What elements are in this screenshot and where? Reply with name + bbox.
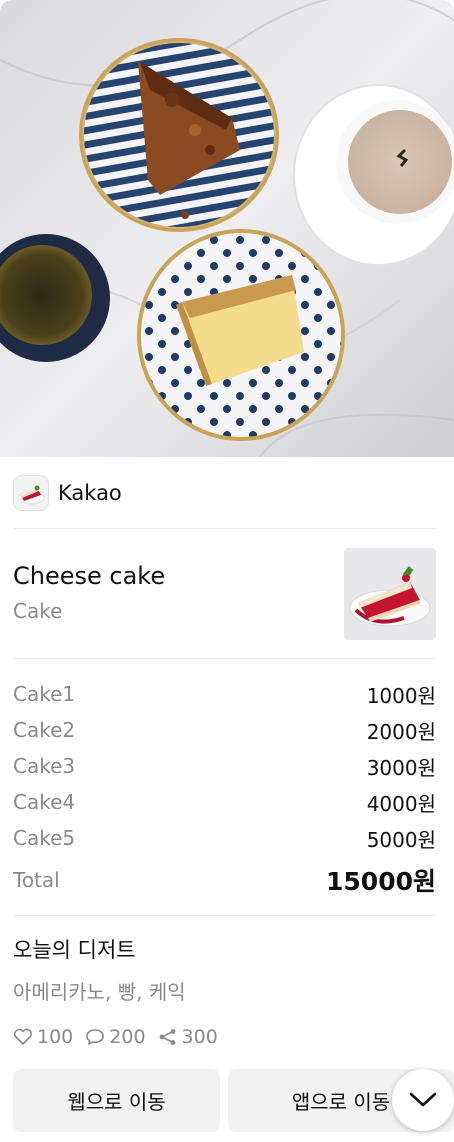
item-price: 3000원	[366, 755, 436, 780]
total-label: Total	[13, 868, 60, 892]
heart-icon	[13, 1028, 33, 1045]
item-thumbnail[interactable]	[344, 548, 436, 640]
item-name: Cake5	[13, 826, 76, 850]
item-name: Cake2	[13, 718, 76, 742]
store-name: Kakao	[58, 481, 122, 505]
go-to-web-button[interactable]: 웹으로 이동	[13, 1069, 220, 1132]
total-row: Total 15000원	[13, 862, 436, 898]
divider	[13, 658, 436, 659]
share-count: 300	[181, 1026, 218, 1048]
like-count-item[interactable]: 100	[13, 1026, 73, 1048]
item-price: 2000원	[366, 719, 436, 744]
list-item: Cake3 3000원	[13, 748, 436, 784]
item-price: 4000원	[366, 791, 436, 816]
list-item: Cake4 4000원	[13, 784, 436, 820]
item-subtitle: Cake	[13, 599, 63, 623]
price-list: Cake1 1000원 Cake2 2000원 Cake3 3000원 Cake…	[13, 676, 436, 856]
store-avatar	[13, 475, 49, 511]
hero-image	[0, 0, 454, 457]
item-name: Cake1	[13, 682, 76, 706]
list-item: Cake1 1000원	[13, 676, 436, 712]
like-count: 100	[37, 1026, 74, 1048]
comment-count: 200	[109, 1026, 146, 1048]
description-title: 오늘의 디저트	[13, 938, 136, 962]
share-icon	[159, 1029, 175, 1045]
divider	[13, 528, 436, 529]
item-price: 5000원	[366, 827, 436, 852]
store-profile[interactable]: Kakao	[13, 473, 122, 513]
list-item: Cake2 2000원	[13, 712, 436, 748]
item-title: Cheese cake	[13, 562, 166, 590]
list-item: Cake5 5000원	[13, 820, 436, 856]
item-name: Cake4	[13, 790, 76, 814]
item-name: Cake3	[13, 754, 76, 778]
divider	[13, 915, 436, 916]
chevron-down-icon	[409, 1092, 437, 1107]
share-count-item[interactable]: 300	[158, 1026, 218, 1048]
comment-count-item[interactable]: 200	[85, 1026, 146, 1048]
expand-button[interactable]	[392, 1069, 454, 1131]
description-text: 아메리카노, 빵, 케익	[13, 980, 186, 1004]
item-price: 1000원	[366, 683, 436, 708]
comment-icon	[86, 1029, 105, 1045]
total-price: 15000원	[326, 867, 436, 896]
social-counts: 100 200 300	[13, 1026, 230, 1048]
